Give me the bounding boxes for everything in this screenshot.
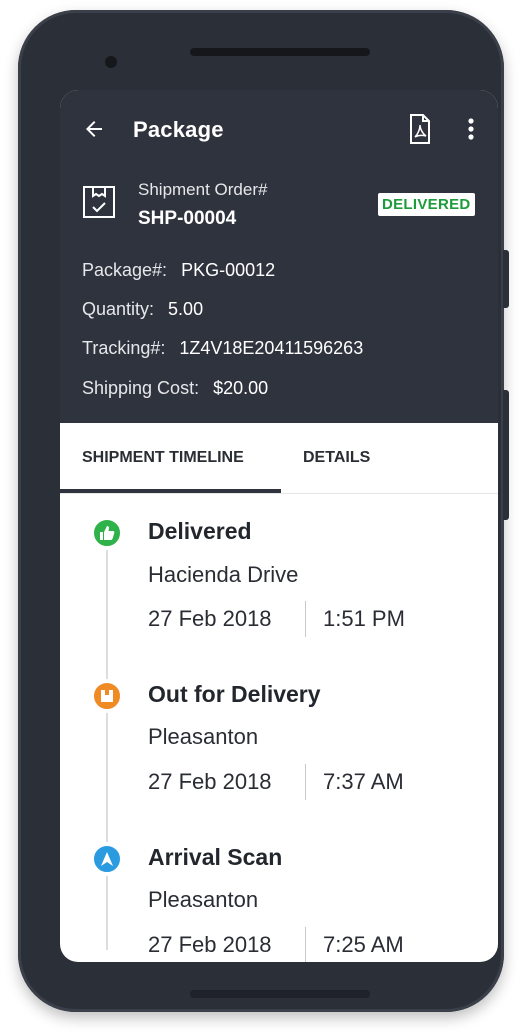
tab-shipment-timeline[interactable]: SHIPMENT TIMELINE: [82, 449, 244, 467]
event-time: 7:37 AM: [323, 769, 404, 794]
divider: [305, 601, 306, 637]
quantity-row: Quantity: 5.00: [82, 299, 203, 320]
event-location: Pleasanton: [148, 887, 259, 912]
camera: [105, 56, 117, 68]
tracking-label: Tracking#:: [82, 338, 166, 358]
timeline-line: [106, 530, 108, 950]
tab-bar: SHIPMENT TIMELINE DETAILS: [60, 423, 498, 494]
event-date: 27 Feb 2018: [148, 769, 272, 794]
event-location: Hacienda Drive: [148, 562, 299, 587]
shipping-cost-label: Shipping Cost:: [82, 378, 200, 398]
quantity-label: Quantity:: [82, 299, 155, 319]
page-title: Package: [133, 117, 224, 142]
event-location: Pleasanton: [148, 724, 259, 749]
shipping-cost-row: Shipping Cost: $20.00: [82, 378, 268, 399]
package-number-value: PKG-00012: [181, 260, 276, 280]
timeline-event-dot: [90, 679, 124, 713]
quantity-value: 5.00: [168, 299, 204, 319]
package-icon: [101, 690, 113, 702]
event-time: 1:51 PM: [323, 606, 405, 631]
timeline-event-dot: [90, 516, 124, 550]
bottom-speaker: [190, 990, 370, 998]
back-arrow-icon[interactable]: [82, 117, 106, 141]
speaker: [190, 48, 370, 56]
shipment-box-icon: [83, 186, 115, 218]
app-screen: Package Shipment Order# SHP-00004 DELIVE…: [60, 90, 498, 962]
navigation-arrow-icon: [101, 852, 113, 866]
event-date: 27 Feb 2018: [148, 932, 272, 957]
event-date: 27 Feb 2018: [148, 606, 272, 631]
shipment-order-label: Shipment Order#: [138, 180, 268, 199]
thumbs-up-icon: [100, 526, 115, 540]
more-options-icon[interactable]: [461, 117, 481, 141]
package-header: Package Shipment Order# SHP-00004 DELIVE…: [60, 90, 498, 423]
active-tab-indicator: [60, 489, 281, 493]
tracking-row: Tracking#: 1Z4V18E20411596263: [82, 338, 363, 359]
shipping-cost-value: $20.00: [213, 378, 269, 398]
event-time: 7:25 AM: [323, 932, 404, 957]
phone-frame: Package Shipment Order# SHP-00004 DELIVE…: [18, 10, 504, 1012]
event-title: Delivered: [148, 518, 252, 544]
tab-details[interactable]: DETAILS: [303, 449, 370, 467]
package-number-label: Package#:: [82, 260, 168, 280]
event-title: Arrival Scan: [148, 844, 283, 870]
power-button: [503, 390, 509, 520]
divider: [305, 764, 306, 800]
divider: [305, 927, 306, 962]
package-number-row: Package#: PKG-00012: [82, 260, 275, 281]
timeline-event-dot: [90, 842, 124, 876]
event-title: Out for Delivery: [148, 681, 321, 707]
status-badge: DELIVERED: [378, 193, 475, 216]
shipment-order-number: SHP-00004: [138, 208, 237, 229]
pdf-icon[interactable]: [408, 114, 432, 144]
volume-button: [503, 250, 509, 308]
tracking-value: 1Z4V18E20411596263: [179, 338, 364, 358]
